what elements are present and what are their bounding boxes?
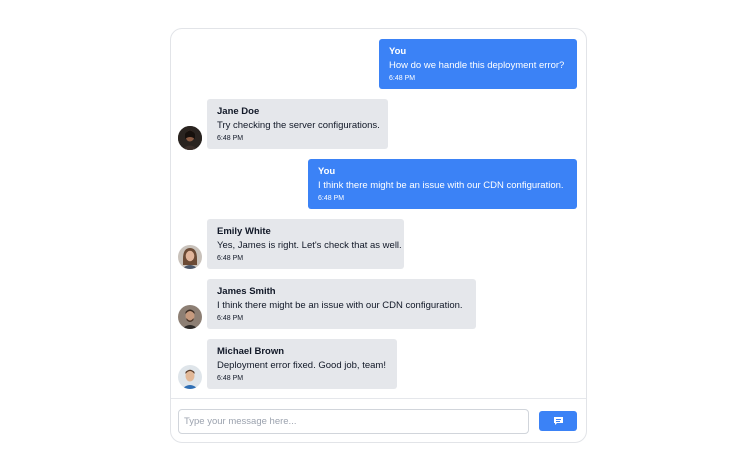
message-time: 6:48 PM (217, 315, 244, 322)
send-button[interactable] (539, 411, 577, 431)
message-time: 6:48 PM (318, 195, 345, 202)
avatar-emily-white (178, 245, 202, 269)
message-text: Deployment error fixed. Good job, team! (217, 360, 386, 371)
message-sender: Jane Doe (217, 106, 260, 117)
person-photo-icon (178, 126, 202, 150)
person-photo-icon (178, 245, 202, 269)
avatar-michael-brown (178, 365, 202, 389)
message-bubble-incoming: Michael Brown Deployment error fixed. Go… (207, 339, 397, 389)
person-photo-icon (178, 305, 202, 329)
message-time: 6:48 PM (389, 75, 416, 82)
message-icon (553, 417, 563, 425)
person-photo-icon (178, 365, 202, 389)
message-text: I think there might be an issue with our… (217, 300, 463, 311)
message-time: 6:48 PM (217, 135, 244, 142)
message-time: 6:48 PM (217, 375, 244, 382)
avatar-james-smith (178, 305, 202, 329)
message-bubble-outgoing: You I think there might be an issue with… (308, 159, 577, 209)
message-sender: Emily White (217, 226, 271, 237)
message-bubble-incoming: Emily White Yes, James is right. Let's c… (207, 219, 404, 269)
message-sender: Michael Brown (217, 346, 285, 357)
message-text: I think there might be an issue with our… (318, 180, 564, 191)
message-input[interactable] (178, 409, 529, 434)
message-sender: You (318, 166, 336, 177)
message-list: You How do we handle this deployment err… (171, 29, 586, 398)
message-bubble-incoming: James Smith I think there might be an is… (207, 279, 476, 329)
message-time: 6:48 PM (217, 255, 244, 262)
message-text: How do we handle this deployment error? (389, 60, 565, 71)
message-bubble-incoming: Jane Doe Try checking the server configu… (207, 99, 388, 149)
composer-divider (171, 398, 586, 399)
message-text: Try checking the server configurations. (217, 120, 380, 131)
avatar-jane-doe (178, 126, 202, 150)
message-text: Yes, James is right. Let's check that as… (217, 240, 402, 251)
message-sender: You (389, 46, 407, 57)
message-bubble-outgoing: You How do we handle this deployment err… (379, 39, 577, 89)
message-sender: James Smith (217, 286, 276, 297)
chat-window: You How do we handle this deployment err… (170, 28, 587, 443)
